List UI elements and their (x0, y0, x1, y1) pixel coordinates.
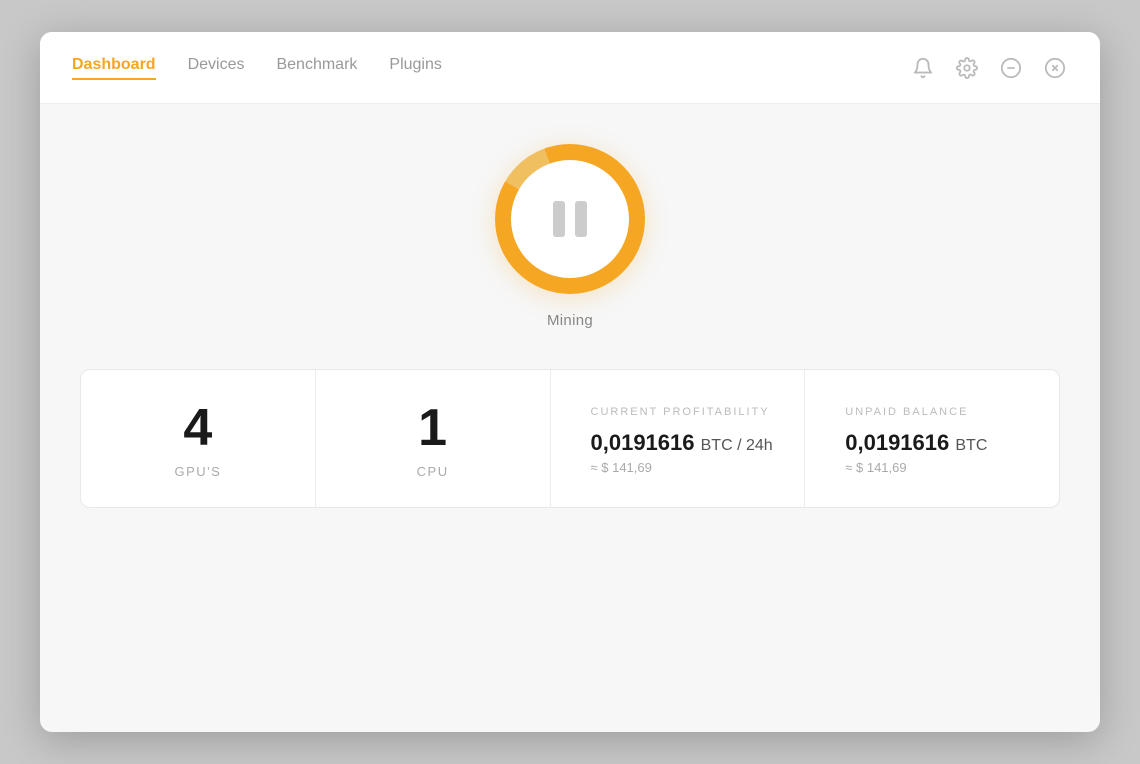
nav-item-benchmark[interactable]: Benchmark (276, 56, 357, 80)
mining-control: Mining (495, 144, 645, 329)
balance-usd-value: ≈ $ 141,69 (845, 460, 906, 475)
cpu-count-value: 1 (418, 402, 447, 454)
balance-btc-value: 0,0191616 BTC (845, 430, 987, 456)
cpu-stat-card: 1 CPU (316, 370, 551, 507)
app-window: Dashboard Devices Benchmark Plugins (40, 32, 1100, 732)
settings-icon[interactable] (954, 55, 980, 81)
nav-item-dashboard[interactable]: Dashboard (72, 56, 156, 80)
balance-card: UNPAID BALANCE 0,0191616 BTC ≈ $ 141,69 (805, 370, 1059, 507)
balance-btc-unit: BTC (955, 437, 987, 454)
close-icon[interactable] (1042, 55, 1068, 81)
main-content: Mining 4 GPU'S 1 CPU CURRENT PROFITABILI… (40, 104, 1100, 732)
profitability-btc-unit: BTC / 24h (701, 437, 773, 454)
gpu-count-label: GPU'S (174, 464, 221, 479)
cpu-count-label: CPU (417, 464, 449, 479)
gpu-stat-card: 4 GPU'S (81, 370, 316, 507)
header: Dashboard Devices Benchmark Plugins (40, 32, 1100, 104)
nav: Dashboard Devices Benchmark Plugins (72, 56, 442, 80)
pause-icon (553, 201, 587, 237)
pause-button-inner (511, 160, 629, 278)
pause-button[interactable] (495, 144, 645, 294)
nav-item-plugins[interactable]: Plugins (389, 56, 441, 80)
gpu-count-value: 4 (183, 402, 212, 454)
pause-bar-right (575, 201, 587, 237)
profitability-btc-value: 0,0191616 BTC / 24h (591, 430, 773, 456)
profitability-usd-value: ≈ $ 141,69 (591, 460, 652, 475)
minimize-icon[interactable] (998, 55, 1024, 81)
profitability-section-label: CURRENT PROFITABILITY (591, 406, 770, 418)
profitability-card: CURRENT PROFITABILITY 0,0191616 BTC / 24… (551, 370, 806, 507)
balance-section-label: UNPAID BALANCE (845, 406, 968, 418)
pause-bar-left (553, 201, 565, 237)
nav-item-devices[interactable]: Devices (188, 56, 245, 80)
bell-icon[interactable] (910, 55, 936, 81)
mining-status-label: Mining (547, 312, 593, 329)
header-actions (910, 55, 1068, 81)
stats-row: 4 GPU'S 1 CPU CURRENT PROFITABILITY 0,01… (80, 369, 1060, 508)
